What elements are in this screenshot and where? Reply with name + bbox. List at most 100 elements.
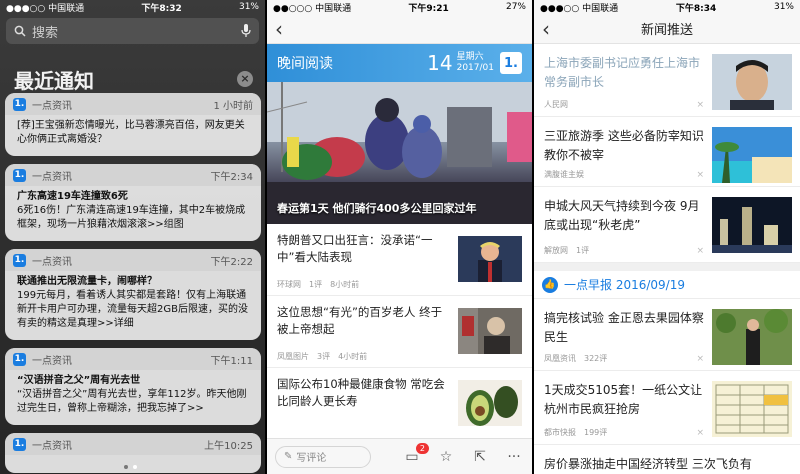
article-title: 这位思想“有光”的百岁老人 终于被上帝想起 [277, 305, 443, 336]
search-input[interactable]: 搜索 [32, 22, 241, 41]
news-comments: 1评 [576, 246, 590, 255]
hero-image[interactable]: 春运第1天 他们骑行400多公里回家过年 [267, 82, 532, 224]
comment-input[interactable]: ✎ 写评论 [275, 445, 371, 468]
battery: 31% [238, 2, 259, 12]
morning-news-header[interactable]: 👍 一点早报 2016/09/19 [534, 271, 800, 299]
article-thumbnail [458, 380, 522, 426]
comments-button[interactable]: ▭ 2 [403, 442, 429, 466]
pencil-icon: ✎ [284, 451, 293, 462]
notification-app: 一点资讯 [32, 100, 72, 112]
notification-body: “汉语拼音之父”周有光去世，享年112岁。昨天他刚过完生日，曾称上帝糊涂，把我忘… [17, 389, 247, 414]
thumbs-up-icon: 👍 [542, 276, 558, 293]
news-source: 凤凰资讯 [544, 354, 576, 363]
status-bar: ●●●○○ 中国联通 下午8:32 31% [6, 2, 259, 14]
page-title: 最近通知 [14, 68, 94, 93]
news-row[interactable]: 搞完核试验 金正恩去果园体察民生 凤凰资讯 322评 × [534, 299, 800, 371]
search-bar[interactable]: 搜索 [6, 18, 259, 44]
app-icon: 1. [13, 352, 26, 366]
notification-card[interactable]: 1. 一点资讯 下午1:11 “汉语拼音之父”周有光去世 “汉语拼音之父”周有光去世，… [5, 348, 261, 425]
notification-body: 6死16伤！广东清连高速19车连撞，其中2车被烧成框架，现场一片狼藉浓烟滚滚>>… [17, 205, 246, 230]
battery: 31% [773, 2, 794, 12]
share-button[interactable]: ⇱ [471, 448, 489, 466]
app-logo: 1. [500, 52, 522, 74]
star-icon: ☆ [439, 448, 453, 465]
dismiss-icon[interactable]: × [696, 100, 704, 110]
news-row[interactable]: 三亚旅游季 这些必备防宰知识教你不被宰 满腹谁主娱 × [534, 117, 800, 187]
notification-time: 下午1:11 [210, 355, 253, 367]
dismiss-icon[interactable]: × [696, 246, 704, 256]
section-separator [534, 263, 800, 271]
news-row[interactable]: 申城大风天气持续到今夜 9月底或出现“秋老虎” 解放网 1评 × [534, 187, 800, 263]
notification-title: 联通推出无限流量卡，闹哪样？ [17, 276, 157, 287]
news-push-panel: ●●●○○ 中国联通 下午8:34 31% ‹ 新闻推送 上海市委副书记应勇任上… [534, 0, 800, 474]
news-row[interactable]: 1天成交5105套！一纸公文让杭州市民疯狂抢房 都市快报 199评 × [534, 371, 800, 445]
dismiss-icon[interactable]: × [696, 170, 704, 180]
dismiss-icon[interactable]: × [696, 428, 704, 438]
article-time: 4小时前 [338, 352, 368, 361]
news-title: 搞完核试验 金正恩去果园体察民生 [544, 311, 704, 344]
clear-notifications-button[interactable]: × [237, 71, 253, 87]
app-icon: 1. [13, 437, 26, 451]
nav-bar: ‹ 新闻推送 [534, 14, 800, 44]
back-button[interactable]: ‹ [542, 19, 550, 39]
nav-bar: ‹ [267, 14, 532, 44]
article-time: 8小时前 [330, 280, 360, 289]
search-icon [14, 25, 26, 37]
news-comments: 199评 [584, 428, 608, 437]
hero-caption: 春运第1天 他们骑行400多公里回家过年 [277, 202, 477, 215]
dismiss-icon[interactable]: × [696, 354, 704, 364]
notification-app: 一点资讯 [32, 256, 72, 268]
page-indicator [124, 465, 137, 469]
status-bar: ●●○○○ 中国联通 下午9:21 27% [267, 0, 532, 14]
news-thumbnail [712, 127, 792, 183]
notification-card[interactable]: 1. 一点资讯 1 小时前 [荐]王宝强新恋情曝光，比马蓉漂亮百倍，网友更关心你俩正… [5, 93, 261, 156]
notification-time: 下午2:22 [210, 256, 253, 268]
carrier: 中国联通 [582, 3, 619, 14]
article-row[interactable]: 特朗普又口出狂言：没承诺“一中”看大陆表现 环球网 1评 8小时前 [267, 224, 532, 296]
article-source: 凤凰图片 [277, 352, 309, 361]
notification-time: 1 小时前 [213, 100, 253, 112]
notification-card[interactable]: 1. 一点资讯 下午2:22 联通推出无限流量卡，闹哪样？ 199元每月，看着诱人其实… [5, 249, 261, 340]
battery: 27% [505, 2, 526, 12]
news-title: 三亚旅游季 这些必备防宰知识教你不被宰 [544, 129, 704, 162]
notification-app: 一点资讯 [32, 355, 72, 367]
notification-center-panel: ●●●○○ 中国联通 下午8:32 31% 搜索 最近通知 × 1. 一点资讯 1 … [0, 0, 265, 474]
more-button[interactable]: ··· [505, 448, 523, 466]
article-thumbnail [458, 236, 522, 282]
favorite-button[interactable]: ☆ [437, 448, 455, 466]
news-thumbnail [712, 197, 792, 253]
notification-app: 一点资讯 [32, 171, 72, 183]
back-button[interactable]: ‹ [275, 19, 283, 39]
morning-news-label: 一点早报 2016/09/19 [564, 278, 685, 292]
notification-time: 上午10:25 [204, 440, 253, 452]
notification-card[interactable]: 1. 一点资讯 下午2:34 广东高速19车连撞致6死 6死16伤！广东清连高速19车… [5, 164, 261, 241]
article-title: 国际公布10种最健康食物 常吃会比同龄人更长寿 [277, 377, 445, 408]
article-row[interactable]: 国际公布10种最健康食物 常吃会比同龄人更长寿 [267, 368, 532, 440]
clock: 下午8:32 [141, 3, 182, 14]
news-title: 上海市委副书记应勇任上海市常务副市长 [544, 56, 701, 89]
article-thumbnail [458, 308, 522, 354]
share-icon: ⇱ [474, 448, 486, 465]
news-title: 房价暴涨抽走中国经济转型 三次飞负有 [544, 457, 752, 471]
year-month: 2017/01 [456, 63, 494, 73]
page-title: 新闻推送 [640, 23, 693, 38]
news-source: 满腹谁主娱 [544, 170, 584, 179]
notifications-header: 最近通知 × [0, 66, 265, 93]
news-row[interactable]: 上海市委副书记应勇任上海市常务副市长 人民网 × [534, 44, 800, 117]
article-row[interactable]: 这位思想“有光”的百岁老人 终于被上帝想起 凤凰图片 3评 4小时前 [267, 296, 532, 368]
news-row[interactable]: 房价暴涨抽走中国经济转型 三次飞负有 [534, 445, 800, 474]
comment-count-badge: 2 [415, 442, 429, 454]
article-title: 特朗普又口出狂言：没承诺“一中”看大陆表现 [277, 233, 433, 264]
app-icon: 1. [13, 168, 26, 182]
more-icon: ··· [507, 448, 521, 465]
article-source: 环球网 [277, 280, 301, 289]
article-comments: 1评 [309, 280, 323, 289]
news-source: 人民网 [544, 100, 568, 109]
news-title: 申城大风天气持续到今夜 9月底或出现“秋老虎” [544, 199, 700, 232]
date-day: 14 [427, 51, 453, 75]
carrier: 中国联通 [315, 3, 352, 14]
news-thumbnail [712, 54, 792, 110]
news-thumbnail [712, 309, 792, 365]
notification-title: 广东高速19车连撞致6死 [17, 191, 128, 202]
microphone-icon[interactable] [241, 24, 251, 38]
